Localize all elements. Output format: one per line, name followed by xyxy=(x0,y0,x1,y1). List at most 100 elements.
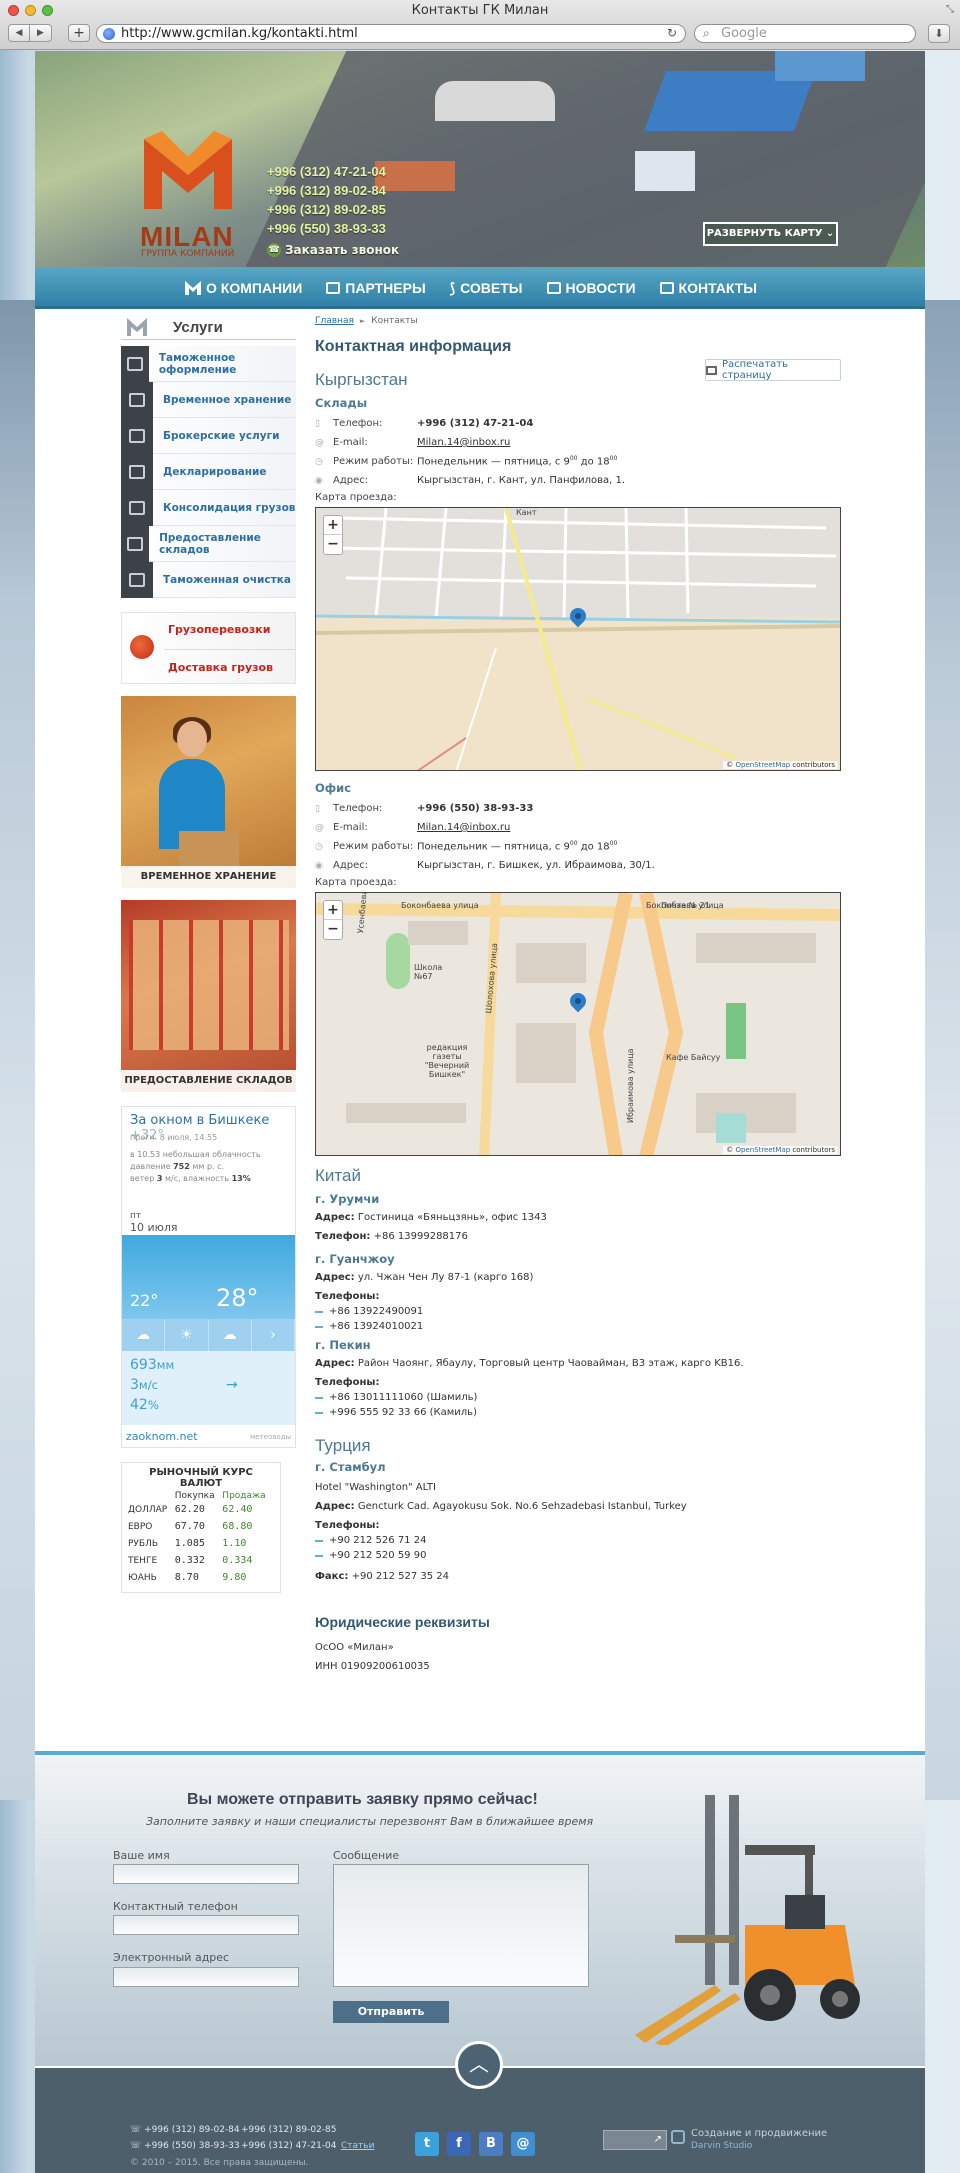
facebook-icon[interactable]: f xyxy=(447,2132,471,2156)
page: MILAN ГРУППА КОМПАНИЙ +996 (312) 47-21-0… xyxy=(35,51,925,2173)
expand-map-button[interactable]: РАЗВЕРНУТЬ КАРТУ ⌄ xyxy=(703,222,838,246)
email-field[interactable] xyxy=(113,1967,299,1987)
resize-icon[interactable]: ⤡ xyxy=(946,4,954,15)
nav-partners[interactable]: ПАРТНЕРЫ xyxy=(326,280,426,296)
forward-button[interactable]: ▶ xyxy=(30,24,52,42)
nav-news[interactable]: НОВОСТИ xyxy=(546,280,636,296)
rates-row: ЕВРО 67.70 68.80 xyxy=(128,1521,253,1532)
city-title: г. Гуанчжоу xyxy=(315,1252,395,1266)
name-field[interactable] xyxy=(113,1864,299,1884)
clock-icon: ◷ xyxy=(315,841,323,852)
callback-link[interactable]: ☎ Заказать звонок xyxy=(267,243,399,257)
header-building xyxy=(635,151,695,191)
map-attribution: © OpenStreetMap contributors xyxy=(723,1146,838,1154)
back-button[interactable]: ◀ xyxy=(8,24,30,42)
phone-icon: ☎ xyxy=(267,243,281,257)
promo-temporary-storage[interactable]: ВРЕМЕННОЕ ХРАНЕНИЕ xyxy=(121,696,296,888)
zoom-out-button[interactable]: − xyxy=(324,920,342,939)
forklift-image xyxy=(635,1795,860,2045)
vkontakte-icon[interactable]: B xyxy=(479,2132,503,2156)
at-icon: @ xyxy=(315,822,324,833)
map-warehouses[interactable]: Кант + − © OpenStreetMap contributors xyxy=(315,507,841,771)
legal-company: ОсОО «Милан» xyxy=(315,1642,394,1653)
main-content: Главная ► Контакты Контактная информация… xyxy=(315,316,845,1672)
service-label: Таможенное оформление xyxy=(158,351,237,376)
weather-temp-high: 28° xyxy=(216,1284,259,1312)
email-link[interactable]: Milan.14@inbox.ru xyxy=(417,437,510,448)
message-field[interactable] xyxy=(333,1864,589,1987)
zoom-out-button[interactable]: − xyxy=(324,535,342,554)
callback-label: Заказать звонок xyxy=(285,243,400,257)
header-phone[interactable]: +996 (312) 47-21-04 xyxy=(267,164,386,179)
reload-icon[interactable]: ↻ xyxy=(667,25,677,42)
map-zoom-controls: + − xyxy=(323,900,343,940)
twitter-icon[interactable]: t xyxy=(415,2132,439,2156)
new-tab-button[interactable]: + xyxy=(68,24,90,42)
map-office[interactable]: Боконбаева улица Боконбаева улица Школа … xyxy=(315,892,841,1156)
developer-credit[interactable]: Создание и продвижение Darvin Studio xyxy=(671,2128,827,2152)
phone-label: Контактный телефон xyxy=(113,1900,238,1913)
footer-articles-link[interactable]: Статьи xyxy=(341,2141,374,2151)
map-tiles-office xyxy=(316,893,840,1155)
service-item[interactable]: Таможенная очистка xyxy=(121,561,296,598)
cargo-link-delivery[interactable]: Доставка грузов xyxy=(168,661,273,674)
downloads-button[interactable]: ⬇ xyxy=(928,24,950,43)
promo-warehouses[interactable]: ПРЕДОСТАВЛЕНИЕ СКЛАДОВ xyxy=(121,900,296,1092)
zoom-in-button[interactable]: + xyxy=(324,516,342,535)
clearance-icon xyxy=(129,572,145,587)
print-button[interactable]: Распечатать страницу xyxy=(705,359,841,381)
rates-row: РУБЛЬ 1.085 1.10 xyxy=(128,1538,247,1549)
mail-icon[interactable]: @ xyxy=(511,2132,535,2156)
service-item[interactable]: Брокерские услуги xyxy=(121,417,296,454)
scroll-top-button[interactable]: ︿ xyxy=(455,2041,503,2089)
message-label: Сообщение xyxy=(333,1849,400,1862)
chevron-right-icon: › xyxy=(252,1319,295,1351)
phone-field[interactable] xyxy=(113,1915,299,1935)
map-pin-icon[interactable] xyxy=(570,608,586,630)
service-item[interactable]: Таможенное оформление xyxy=(121,345,296,382)
header-phone[interactable]: +996 (550) 38-93-33 xyxy=(267,221,386,236)
submit-button[interactable]: Отправить xyxy=(333,2001,449,2023)
newspaper-icon xyxy=(546,282,561,294)
header-phone[interactable]: +996 (312) 89-02-84 xyxy=(267,183,386,198)
nav-advice[interactable]: ⟆ СОВЕТЫ xyxy=(450,280,523,297)
sidebar-title-text: Услуги xyxy=(173,319,223,336)
divider xyxy=(164,649,295,650)
zoom-in-button[interactable]: + xyxy=(324,901,342,920)
fax-line: Факс: +90 212 527 35 24 xyxy=(315,1571,450,1582)
m-logo-icon xyxy=(127,318,147,336)
envelope-icon xyxy=(659,282,674,294)
service-item[interactable]: Предоставление складов xyxy=(121,525,296,562)
request-form: Вы можете отправить заявку прямо сейчас!… xyxy=(35,1751,925,2066)
map-pin-icon[interactable] xyxy=(570,993,586,1015)
weather-day: пт xyxy=(130,1211,142,1221)
site-header: MILAN ГРУППА КОМПАНИЙ +996 (312) 47-21-0… xyxy=(35,51,925,267)
service-item[interactable]: Консолидация грузов xyxy=(121,489,296,526)
m-logo-icon xyxy=(185,281,201,295)
header-phone[interactable]: +996 (312) 89-02-85 xyxy=(267,202,386,217)
footer-phone: ☏ +996 (312) 89-02-84 xyxy=(130,2125,240,2135)
search-input[interactable]: ⌕ Google xyxy=(694,24,916,43)
city-title: г. Урумчи xyxy=(315,1192,380,1206)
address-line: Адрес: ул. Чжан Чен Лу 87-1 (карго 168) xyxy=(315,1272,534,1283)
email-link[interactable]: Milan.14@inbox.ru xyxy=(417,822,510,833)
map-marker-icon: ◉ xyxy=(315,860,323,871)
visit-counter[interactable]: ↗ xyxy=(603,2130,667,2150)
weather-widget[interactable]: За окном в Бишкеке +32° прогн. 8 июля, 1… xyxy=(121,1106,296,1448)
cargo-link-transport[interactable]: Грузоперевозки xyxy=(168,623,270,636)
service-item[interactable]: Декларирование xyxy=(121,453,296,490)
address-line: Адрес: Район Чаоянг, Ябаулу, Торговый це… xyxy=(315,1358,744,1369)
address-bar[interactable]: http://www.gcmilan.kg/kontakti.html ↻ xyxy=(96,24,686,43)
customs-icon xyxy=(126,356,143,371)
crane-icon xyxy=(129,500,145,515)
history-buttons: ◀ ▶ xyxy=(8,24,52,42)
nav-about[interactable]: О КОМПАНИИ xyxy=(185,280,302,296)
service-item[interactable]: Временное хранение xyxy=(121,381,296,418)
breadcrumb-home[interactable]: Главная xyxy=(315,316,354,326)
nav-contacts[interactable]: КОНТАКТЫ xyxy=(659,280,757,296)
weather-site-link[interactable]: zaoknom.net xyxy=(126,1430,198,1443)
map-street-label: Ибраимова улица xyxy=(626,1048,635,1123)
at-icon: @ xyxy=(315,437,324,448)
warehouse-icon xyxy=(127,536,144,551)
rates-row: ДОЛЛАР 62.20 62.40 xyxy=(128,1504,253,1515)
